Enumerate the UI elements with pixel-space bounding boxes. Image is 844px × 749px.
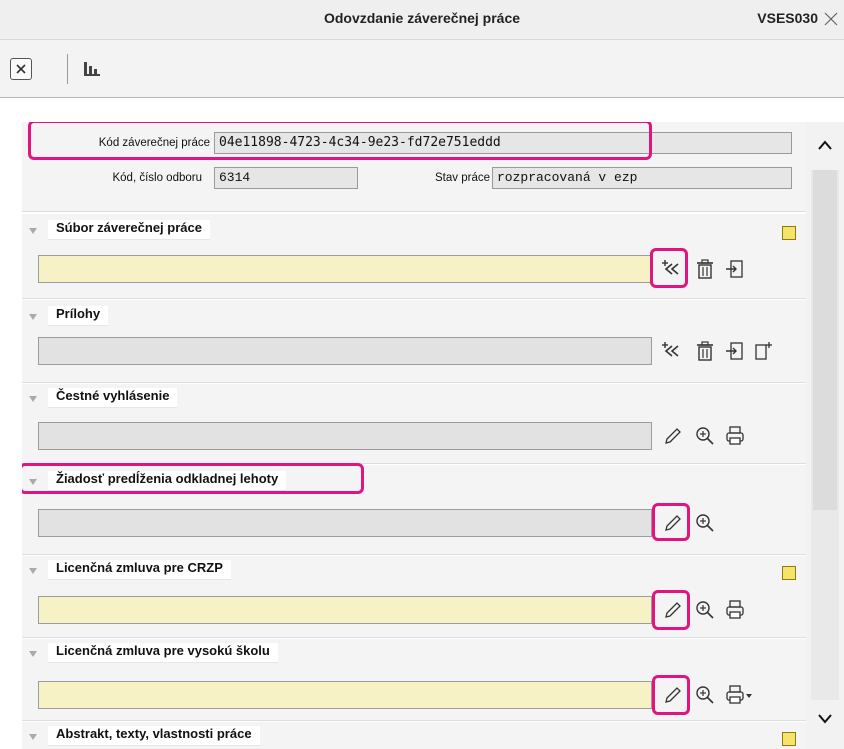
collapse-arrow-icon[interactable]	[29, 396, 37, 402]
print-menu-icon[interactable]	[724, 684, 754, 706]
attachments-field[interactable]	[38, 337, 652, 365]
collapse-arrow-icon[interactable]	[29, 479, 37, 485]
collapse-arrow-icon[interactable]	[29, 734, 37, 740]
scroll-up-icon[interactable]	[816, 138, 834, 152]
dept-field[interactable]: 6314	[214, 167, 358, 189]
thesis-file-field[interactable]	[38, 255, 652, 283]
zoom-icon[interactable]	[694, 425, 716, 447]
main-content: Kód záverečnej práce 04e11898-4723-4c34-…	[22, 122, 806, 749]
section-title: Licenčná zmluva pre CRZP	[48, 560, 231, 580]
warning-face-icon	[782, 732, 796, 746]
section-title: Súbor záverečnej práce	[48, 220, 210, 240]
trash-icon[interactable]	[694, 258, 716, 280]
zoom-icon[interactable]	[694, 512, 716, 534]
scroll-thumb[interactable]	[813, 170, 837, 510]
license-university-field[interactable]	[38, 681, 652, 709]
title-bar: Odovzdanie záverečnej práce VSES030	[0, 0, 844, 40]
section-thesis-file: Súbor záverečnej práce	[22, 214, 806, 299]
close-button[interactable]	[10, 58, 32, 80]
window-code: VSES030	[757, 10, 818, 26]
section-declaration: Čestné vyhlásenie	[22, 384, 806, 464]
warning-face-icon	[782, 226, 796, 240]
section-extension-request: Žiadosť predĺženia odkladnej lehoty	[22, 463, 806, 555]
status-label: Stav práce	[435, 172, 490, 184]
scroll-down-icon[interactable]	[816, 712, 834, 726]
collapse-arrow-icon[interactable]	[29, 651, 37, 657]
vertical-scrollbar[interactable]	[806, 122, 844, 749]
pencil-icon[interactable]	[662, 684, 684, 706]
thesis-code-field[interactable]: 04e11898-4723-4c34-9e23-fd72e751eddd	[214, 132, 792, 154]
dept-label: Kód, číslo odboru	[112, 172, 202, 184]
add-arrows-icon[interactable]	[660, 340, 682, 362]
section-license-university: Licenčná zmluva pre vysokú školu	[22, 639, 806, 721]
section-title: Abstrakt, texty, vlastnosti práce	[48, 726, 260, 746]
section-title: Žiadosť predĺženia odkladnej lehoty	[48, 471, 287, 491]
section-title: Prílohy	[48, 306, 109, 326]
pencil-icon[interactable]	[662, 425, 684, 447]
section-attachments: Prílohy	[22, 300, 806, 383]
zoom-icon[interactable]	[694, 599, 716, 621]
pencil-icon[interactable]	[662, 512, 684, 534]
section-abstract: Abstrakt, texty, vlastnosti práce	[22, 722, 806, 749]
window-title: Odovzdanie záverečnej práce	[323, 10, 521, 26]
export-icon[interactable]	[724, 340, 746, 362]
collapse-arrow-icon[interactable]	[29, 568, 37, 574]
status-field[interactable]: rozpracovaná v ezp	[492, 167, 792, 189]
toolbar	[0, 40, 844, 98]
section-title: Čestné vyhlásenie	[48, 388, 178, 408]
toolbar-separator	[67, 54, 68, 84]
print-icon[interactable]	[724, 599, 746, 621]
print-icon[interactable]	[724, 425, 746, 447]
declaration-field[interactable]	[38, 422, 652, 450]
zoom-icon[interactable]	[694, 684, 716, 706]
warning-face-icon	[782, 566, 796, 580]
collapse-arrow-icon[interactable]	[29, 314, 37, 320]
thesis-info-panel: Kód záverečnej práce 04e11898-4723-4c34-…	[22, 122, 806, 212]
close-icon	[16, 64, 26, 74]
pencil-icon[interactable]	[662, 599, 684, 621]
new-file-icon[interactable]	[752, 340, 774, 362]
section-title: Licenčná zmluva pre vysokú školu	[48, 643, 278, 663]
license-crzp-field[interactable]	[38, 596, 652, 624]
thesis-code-label: Kód záverečnej práce	[98, 137, 210, 149]
trash-icon[interactable]	[694, 340, 716, 362]
collapse-arrow-icon[interactable]	[29, 228, 37, 234]
export-icon[interactable]	[724, 258, 746, 280]
close-window-icon[interactable]	[822, 10, 840, 28]
add-arrows-icon[interactable]	[660, 258, 682, 280]
section-license-crzp: Licenčná zmluva pre CRZP	[22, 556, 806, 638]
extension-request-field[interactable]	[38, 509, 652, 537]
hierarchy-icon[interactable]	[82, 60, 102, 78]
